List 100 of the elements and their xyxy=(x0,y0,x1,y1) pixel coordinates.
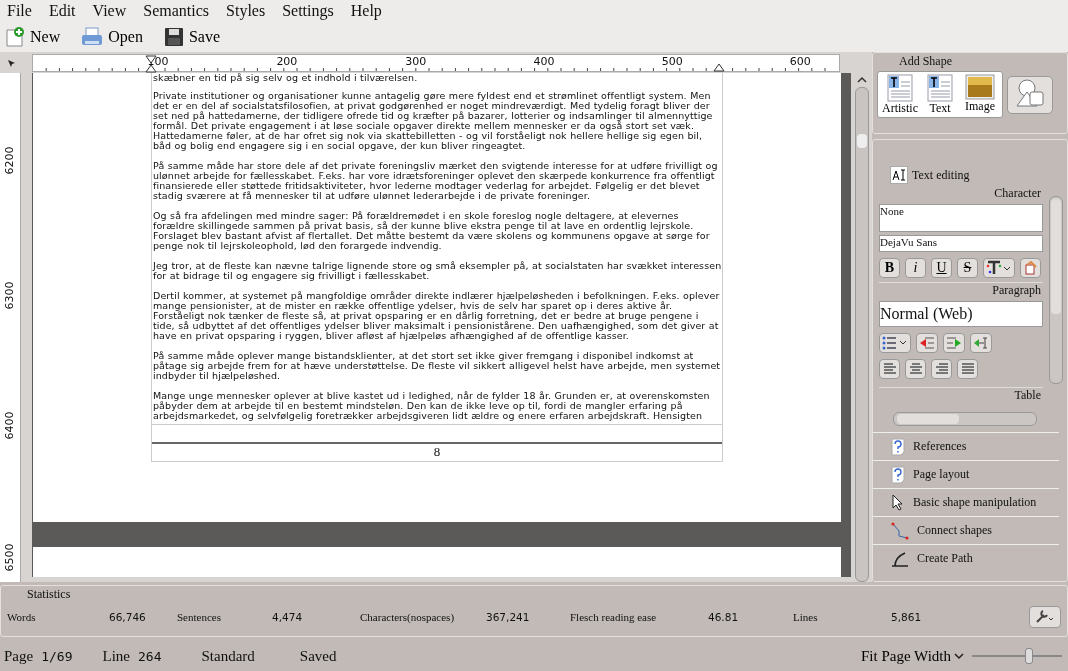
tool-tab[interactable]: Create Path xyxy=(873,544,1059,572)
text-document-icon xyxy=(886,74,914,102)
page-label: Page xyxy=(4,647,34,665)
stat-value: 46.81 xyxy=(708,611,740,623)
pointer-icon xyxy=(891,493,905,512)
ruler-label: 400 xyxy=(533,54,555,68)
ruler-label: 500 xyxy=(661,54,683,68)
arrow-cursor-icon xyxy=(973,336,989,350)
align-button[interactable] xyxy=(879,359,900,379)
ruler-label: 600 xyxy=(789,54,811,68)
format-button[interactable]: U xyxy=(931,258,952,278)
paragraph-style-field[interactable]: Normal (Web) xyxy=(879,301,1043,327)
zoom-dropdown[interactable]: Fit Page Width xyxy=(861,647,964,665)
paragraph: skæbner en tid på sig selv og et indhold i tilværelsen. xyxy=(153,73,419,83)
text-color-icon xyxy=(986,260,1012,276)
pen-curve-icon xyxy=(891,549,909,568)
align-lines-icon xyxy=(882,363,897,375)
save-status: Saved xyxy=(299,647,337,665)
horizontal-scrollbar[interactable] xyxy=(893,412,1037,426)
stat-value: 66,746 xyxy=(109,611,147,623)
format-button[interactable]: B xyxy=(879,258,900,278)
ruler-label: 6300 xyxy=(2,283,16,310)
zoom-slider[interactable] xyxy=(972,647,1062,665)
line-label: Line xyxy=(102,647,130,665)
settings-button[interactable] xyxy=(1029,606,1061,628)
text-color-button[interactable] xyxy=(983,258,1015,278)
shape-button[interactable]: Image xyxy=(960,74,1000,115)
landscape-image-icon xyxy=(965,74,995,100)
menu-item[interactable]: Settings xyxy=(282,1,334,20)
paragraph: På samme måde har store dele af det private foreningsliv mærket den svigtende interesse for at udføre frivilligt og ulønnet arbejde for fællesskabet. F.eks. har vore idrætsforeninger oplevet den skærpede konkurrence fra offentligt finansierede eller støttede fritidsaktiviteter, hvor lederne modtager vederlag for arbejdet. Følgelig er det blevet stadig sværere at få mennesker til at udføre ulønnet lederarbejde i de private foreninger. xyxy=(153,161,719,201)
scrollbar-thumb[interactable] xyxy=(897,414,959,424)
align-button[interactable] xyxy=(957,359,978,379)
bullet-list-icon xyxy=(882,336,908,350)
wrench-icon xyxy=(1035,607,1055,624)
align-lines-icon xyxy=(960,363,975,375)
panel-scrollbar[interactable] xyxy=(1049,196,1063,384)
stat-label: Sentences xyxy=(177,611,222,623)
paragraph: Dertil kommer, at systemet på mangfoldige områder direkte indlærer hjælpeløsheden i befolkningen. F.eks. oplever mange pensionister, at de mister en række offentlige ydelser, hvis de selv har sparet op i deres aktive år. Forståeligt nok tænker de fleste så, at privat opsparing er en dårlig forretning, det er bedre at bruge pengene i tide, så udbyttet af det offentliges ydelser bliver maksimalt i pensionistårene. Den uafhængighed, som det giver at have en privat opsparing i ryggen, bliver afløst af hjælpeløs afhængighed af de offentlige kasser. xyxy=(153,291,721,341)
panel-title: Statistics xyxy=(27,586,71,602)
scrollbar-thumb[interactable] xyxy=(857,134,867,148)
caret-icon xyxy=(954,652,964,660)
text-document-icon xyxy=(926,74,954,102)
style-list[interactable]: None xyxy=(879,204,1043,232)
menu-item[interactable]: View xyxy=(92,1,127,20)
format-button[interactable]: i xyxy=(905,258,926,278)
tool-tab[interactable]: Page layout xyxy=(873,460,1059,488)
right-arrow-lines-icon xyxy=(946,336,962,350)
highlight-button[interactable] xyxy=(1020,258,1041,278)
shape-button[interactable]: Artistic xyxy=(880,74,920,115)
left-arrow-lines-icon xyxy=(919,336,935,350)
paint-bucket-icon xyxy=(1023,261,1038,275)
align-button[interactable] xyxy=(931,359,952,379)
toolbar-button[interactable]: New xyxy=(4,25,61,48)
new-document-icon xyxy=(4,25,26,48)
paragraph: Private institutioner og organisationer kunne antagelig gøre mere fyldest end et strømlinet offentligt system. Men det er en del af socialstatsfilosofien, at privat godgørenhed er noget mindreværdigt. Med tydelig foragt bliver der set ned på hattedamerne, der tidligere ofrede tid og kræfter på bazarer, lotterier og indsamlinger til almennyttige formål. Det private engagement i at løse sociale opgaver direkte mellem mennesker er da også stort set væk. Hattedamerne føler, at de har ofret sig nok via skattebilletten - og vil forståeligt nok hellere hellige sig egen bil, båd og bolig end engagere sig i en social opgave, der kun bliver ringeagtet. xyxy=(153,91,714,151)
paragraph: På samme måde oplever mange bistandsklienter, at det stort set ikke giver fremgang i disponibel indkomst at påtage sig arbejde frem for at hæve understøttelse. De fleste vil sikkert alligevel helst have arbejde, men systemet indbyder til hjælpeløshed. xyxy=(153,351,722,381)
shapes-icon xyxy=(1013,77,1047,109)
shapes-menu-button[interactable] xyxy=(1007,75,1053,114)
ruler-label: 6200 xyxy=(2,148,16,175)
panel-title: Add Shape xyxy=(899,53,952,69)
paragraph: Jeg tror, at de fleste kan nævne talrige lignende store og små eksempler på, at socialstaten har svækket interessen for at bidrage til og engagere sig frivilligt i fællesskabet. xyxy=(153,261,722,281)
align-button[interactable] xyxy=(905,359,926,379)
stat-label: Lines xyxy=(793,611,819,623)
ruler-label: 6400 xyxy=(2,413,16,440)
section-heading: Table xyxy=(879,387,1043,402)
decrease-indent-button[interactable] xyxy=(916,333,938,353)
menu-item[interactable]: Styles xyxy=(226,1,266,20)
break-button[interactable] xyxy=(970,333,992,353)
stat-value: 367,241 xyxy=(486,611,531,623)
tool-tab[interactable]: Basic shape manipulation xyxy=(873,488,1059,516)
menu-item[interactable]: Help xyxy=(350,1,382,20)
ruler-label: 6500 xyxy=(2,545,16,572)
printer-icon xyxy=(80,25,105,48)
stat-value: 5,861 xyxy=(891,611,922,623)
stat-value: 4,474 xyxy=(272,611,304,623)
stat-label: Characters(nospaces) xyxy=(360,611,456,623)
list-button[interactable] xyxy=(879,333,911,353)
font-field[interactable]: DejaVu Sans xyxy=(879,235,1043,252)
stat-label: Words xyxy=(7,611,37,623)
menu-item[interactable]: Edit xyxy=(48,1,76,20)
shape-button[interactable]: Text xyxy=(920,74,960,115)
connector-icon xyxy=(891,521,909,540)
paragraph: Og så fra afdelingen med mindre sager: På forældremødet i en skole foreslog nogle deltagere, at elevernes forældre skillingede sammen på privat basis, så der kunne blive ekstra penge til at lave en ordentlig lejrskole. Forslaget blev bastant afvist af flertallet. Det måtte bestemt da være skolens og kommunens opgave at sørge for penge nok til lejrskoleophold, lød den forargede indvendig. xyxy=(153,211,711,251)
toolbar-button[interactable]: Open xyxy=(80,25,143,48)
increase-indent-button[interactable] xyxy=(943,333,965,353)
menu-item[interactable]: File xyxy=(7,1,32,20)
help-page-icon xyxy=(891,437,905,456)
scroll-up-icon[interactable] xyxy=(857,75,867,85)
section-heading: Character xyxy=(993,186,1042,201)
menu-item[interactable]: Semantics xyxy=(143,1,210,20)
format-button[interactable]: S xyxy=(957,258,978,278)
text-cursor-icon xyxy=(890,166,908,184)
tool-tab[interactable]: References xyxy=(873,432,1059,460)
line-number: 264 xyxy=(138,648,162,664)
page-number: 8 xyxy=(433,444,441,460)
slider-thumb[interactable] xyxy=(1024,648,1033,664)
toolbar-button[interactable]: Save xyxy=(162,25,220,48)
scrollbar-thumb[interactable] xyxy=(1051,199,1061,314)
tool-tab[interactable]: Connect shapes xyxy=(873,516,1059,544)
section-heading: Paragraph xyxy=(879,282,1043,298)
